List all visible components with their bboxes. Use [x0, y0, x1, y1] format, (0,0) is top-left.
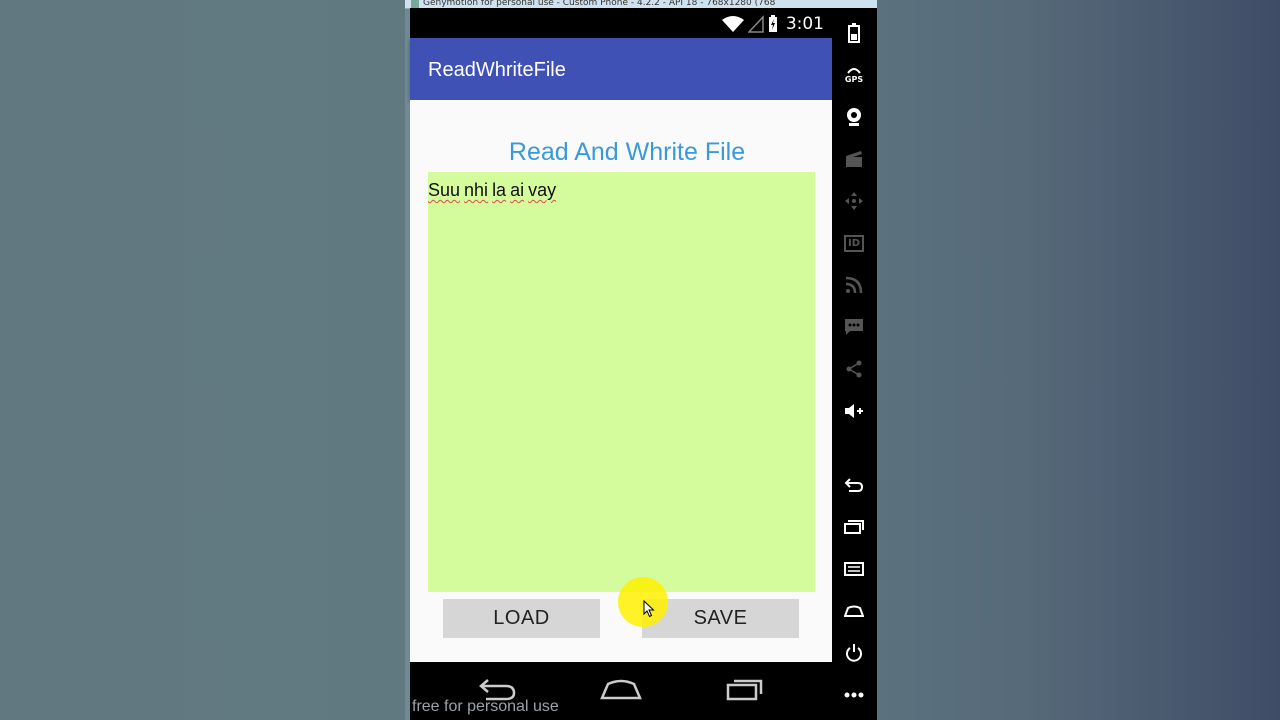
gps-icon[interactable]: GPS — [843, 64, 865, 86]
navigation-bar: free for personal use — [410, 662, 832, 720]
signal-icon — [747, 15, 764, 33]
gps-label: GPS — [844, 74, 864, 84]
clapper-icon[interactable] — [843, 148, 865, 170]
page-heading: Read And Whrite File — [508, 138, 746, 166]
editor-word: nhi — [464, 180, 489, 200]
emulator-app-icon — [411, 0, 419, 8]
battery-charging-icon — [768, 15, 777, 32]
wifi-icon — [721, 16, 744, 32]
recent-apps-icon[interactable] — [843, 516, 865, 538]
editor-word: ai — [510, 180, 525, 200]
emulator-sidebar: GPS ID — [832, 8, 877, 720]
dpad-icon[interactable] — [843, 190, 865, 212]
id-icon[interactable]: ID — [843, 232, 865, 254]
home-icon[interactable] — [843, 600, 865, 622]
nav-recent-apps-icon[interactable] — [725, 676, 765, 702]
battery-icon[interactable] — [843, 22, 865, 44]
more-icon[interactable] — [843, 684, 865, 706]
phone-screen: 3:01 ReadWhriteFile Read And Whrite File… — [410, 8, 832, 720]
status-bar: 3:01 — [410, 8, 832, 38]
rss-icon[interactable] — [843, 274, 865, 296]
status-clock: 3:01 — [785, 14, 824, 34]
mouse-cursor-icon — [643, 600, 655, 618]
share-icon[interactable] — [843, 358, 865, 380]
emulator-title: Genymotion for personal use - Custom Pho… — [423, 0, 776, 8]
app-title: ReadWhriteFile — [428, 59, 566, 81]
editor-word: la — [492, 180, 507, 200]
emulator-window: Genymotion for personal use - Custom Pho… — [405, 0, 877, 720]
back-icon[interactable] — [843, 474, 865, 496]
editor-word: vay — [528, 180, 557, 200]
editor-word: Suu — [428, 180, 461, 200]
menu-icon[interactable] — [843, 558, 865, 580]
volume-up-icon[interactable] — [843, 400, 865, 422]
action-bar: ReadWhriteFile — [410, 38, 832, 100]
nav-home-icon[interactable] — [600, 676, 642, 702]
watermark-text: free for personal use — [412, 698, 559, 715]
main-content: Read And Whrite File Suu nhi la ai vay LOAD … — [410, 100, 832, 662]
sms-icon[interactable] — [843, 316, 865, 338]
webcam-icon[interactable] — [843, 106, 865, 128]
file-text-editor[interactable]: Suu nhi la ai vay — [428, 172, 815, 592]
power-icon[interactable] — [843, 642, 865, 664]
id-label: ID — [843, 234, 865, 252]
load-button[interactable]: LOAD — [443, 599, 600, 638]
